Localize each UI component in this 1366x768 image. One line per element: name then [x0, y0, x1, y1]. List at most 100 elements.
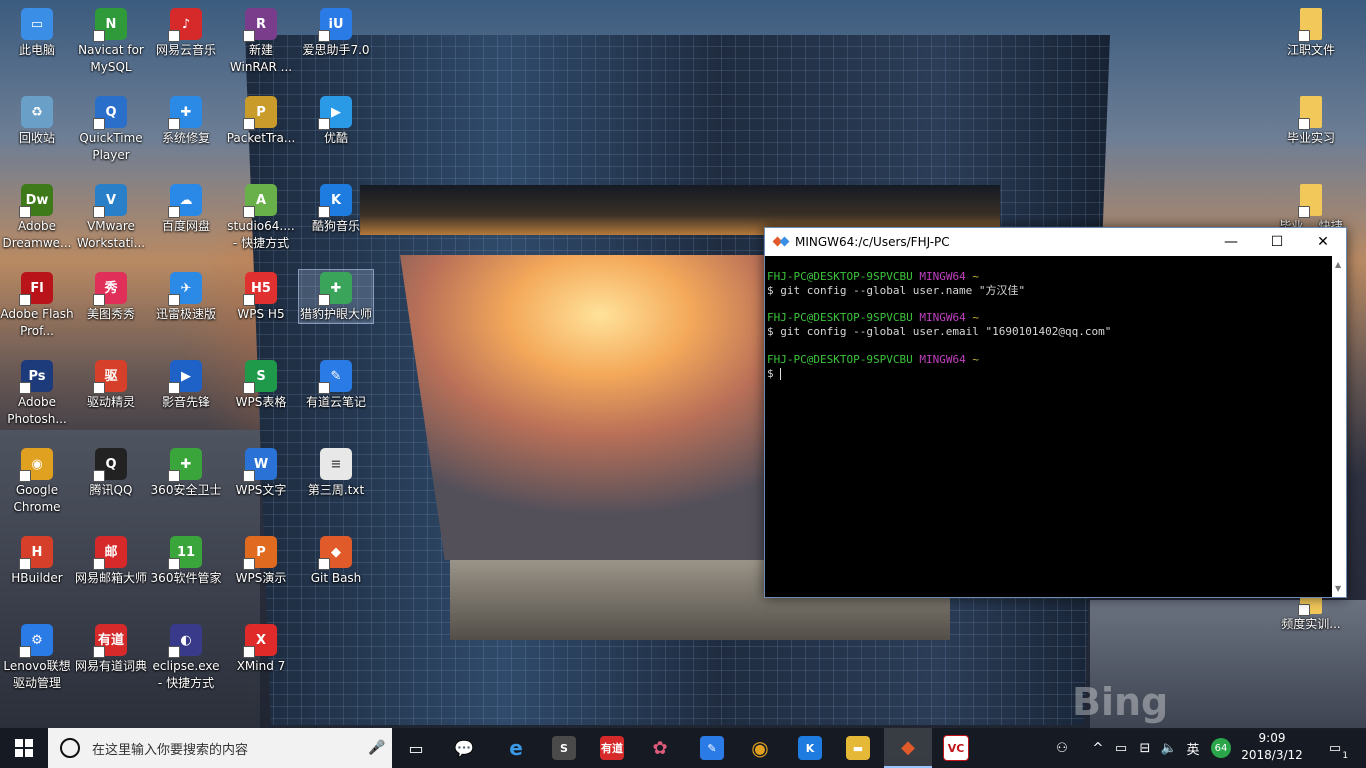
- youdao-note-icon: ✎: [700, 736, 724, 760]
- app-icon: ◐: [168, 624, 202, 658]
- desktop-icon-label: 迅雷极速版: [155, 307, 216, 321]
- show-hidden-icons-icon[interactable]: ^: [1088, 728, 1108, 768]
- terminal-output[interactable]: FHJ-PC@DESKTOP-9SPVCBU MINGW64 ~ $ git c…: [765, 256, 1332, 597]
- desktop-icon[interactable]: Ps Adobe Photosh...: [0, 358, 74, 428]
- desktop-icon[interactable]: K 酷狗音乐: [299, 182, 373, 235]
- desktop-icon-label: XMind 7: [236, 659, 286, 673]
- desktop-icon[interactable]: Dw Adobe Dreamwe...: [0, 182, 74, 252]
- desktop-icon[interactable]: ◆ Git Bash: [299, 534, 373, 587]
- taskbar-youdao-note-button[interactable]: ✎: [688, 728, 736, 768]
- desktop-icon[interactable]: ✈ 迅雷极速版: [149, 270, 223, 323]
- volume-icon[interactable]: 🔈: [1158, 728, 1180, 768]
- desktop-icon[interactable]: ▶ 影音先锋: [149, 358, 223, 411]
- app-icon: W: [243, 448, 277, 482]
- desktop-icon[interactable]: S WPS表格: [224, 358, 298, 411]
- desktop-icon[interactable]: W WPS文字: [224, 446, 298, 499]
- git-bash-window[interactable]: MINGW64:/c/Users/FHJ-PC — ☐ ✕ FHJ-PC@DES…: [764, 227, 1347, 598]
- people-icon[interactable]: ⚇: [1050, 728, 1074, 768]
- maximize-button[interactable]: ☐: [1254, 228, 1300, 256]
- desktop-icon[interactable]: Q 腾讯QQ: [74, 446, 148, 499]
- taskbar-meitu-button[interactable]: ✿: [636, 728, 684, 768]
- taskbar-kugou-button[interactable]: K: [786, 728, 834, 768]
- desktop-icon[interactable]: ✚ 360安全卫士: [149, 446, 223, 499]
- command-line-2: $ git config --global user.email "169010…: [767, 325, 1112, 339]
- search-placeholder[interactable]: 在这里输入你要搜索的内容: [92, 739, 362, 758]
- desktop-icon[interactable]: ☁ 百度网盘: [149, 182, 223, 235]
- taskbar-vc-button[interactable]: VC: [932, 728, 980, 768]
- desktop-icon[interactable]: P PacketTra...: [224, 94, 298, 147]
- desktop-icon[interactable]: H HBuilder: [0, 534, 74, 587]
- scroll-down-icon[interactable]: ▼: [1335, 584, 1341, 593]
- app-icon: ▶: [168, 360, 202, 394]
- network-icon[interactable]: ⊟: [1134, 728, 1156, 768]
- taskbar-edge-button[interactable]: e: [492, 728, 540, 768]
- desktop-icon[interactable]: 有道 网易有道词典: [74, 622, 148, 675]
- taskbar-file-explorer-button[interactable]: ▬: [834, 728, 882, 768]
- battery-icon[interactable]: ▭: [1110, 728, 1132, 768]
- close-button[interactable]: ✕: [1300, 228, 1346, 256]
- taskbar-wechat-button[interactable]: 💬: [440, 728, 488, 768]
- desktop-icon[interactable]: ⚙ Lenovo联想驱动管理: [0, 622, 74, 692]
- desktop-icon-label: 回收站: [18, 131, 55, 145]
- desktop-icon[interactable]: ♻ 回收站: [0, 94, 74, 147]
- desktop-icon-label: 频度实训...: [1281, 617, 1341, 631]
- microphone-icon[interactable]: 🎤: [362, 740, 392, 756]
- desktop-icon[interactable]: H5 WPS H5: [224, 270, 298, 323]
- app-icon: P: [243, 96, 277, 130]
- desktop-icon[interactable]: V VMware Workstati...: [74, 182, 148, 252]
- app-icon: Q: [93, 96, 127, 130]
- desktop-icon[interactable]: iU 爱思助手7.0: [299, 6, 373, 59]
- taskbar-sublime-button[interactable]: S: [540, 728, 588, 768]
- taskbar-youdao-button[interactable]: 有道: [588, 728, 636, 768]
- desktop-icon-label: 360安全卫士: [150, 483, 222, 497]
- minimize-button[interactable]: —: [1208, 228, 1254, 256]
- desktop-icon[interactable]: Fl Adobe Flash Prof...: [0, 270, 74, 340]
- app-icon: ♪: [168, 8, 202, 42]
- desktop-icon[interactable]: ✚ 系统修复: [149, 94, 223, 147]
- app-icon: Dw: [19, 184, 53, 218]
- desktop-icon[interactable]: X XMind 7: [224, 622, 298, 675]
- app-icon: ▭: [21, 8, 53, 40]
- input-line[interactable]: $: [767, 367, 782, 380]
- prompt-line-3: FHJ-PC@DESKTOP-9SPVCBU MINGW64 ~: [767, 352, 979, 366]
- desktop-icon[interactable]: ♪ 网易云音乐: [149, 6, 223, 59]
- desktop-icon[interactable]: ◉ Google Chrome: [0, 446, 74, 516]
- app-icon: ◆: [318, 536, 352, 570]
- desktop-icon[interactable]: 秀美图秀秀: [74, 270, 148, 323]
- taskbar-task-view-button[interactable]: ▭: [392, 728, 440, 768]
- folder-icon: [1298, 96, 1322, 130]
- desktop-icon[interactable]: ▶ 优酷: [299, 94, 373, 147]
- desktop-icon[interactable]: P WPS演示: [224, 534, 298, 587]
- desktop-icon-label: QuickTime Player: [79, 131, 143, 162]
- desktop-icon[interactable]: 邮网易邮箱大师: [74, 534, 148, 587]
- desktop-icon[interactable]: ✎ 有道云笔记: [299, 358, 373, 411]
- desktop-icon[interactable]: 11 360软件管家: [149, 534, 223, 587]
- desktop-icon[interactable]: 驱驱动精灵: [74, 358, 148, 411]
- taskbar-git-bash-button[interactable]: ◆: [884, 728, 932, 768]
- scroll-up-icon[interactable]: ▲: [1335, 260, 1341, 269]
- desktop-icon[interactable]: ✚ 猎豹护眼大师: [298, 269, 374, 324]
- desktop-icon[interactable]: Astudio64.... - 快捷方式: [224, 182, 298, 252]
- clock[interactable]: 9:09 2018/3/12: [1236, 730, 1308, 764]
- desktop-icon[interactable]: ▭ 此电脑: [0, 6, 74, 59]
- desktop-icon[interactable]: ◐ eclipse.exe - 快捷方式: [149, 622, 223, 692]
- app-icon: H5: [243, 272, 277, 306]
- desktop-icon[interactable]: R 新建 WinRAR ...: [224, 6, 298, 76]
- desktop-icon[interactable]: Q QuickTime Player: [74, 94, 148, 164]
- desktop-icon[interactable]: ≡ 第三周.txt: [299, 446, 373, 499]
- input-method-indicator[interactable]: 英: [1182, 728, 1204, 768]
- start-button[interactable]: [0, 728, 48, 768]
- action-center-button[interactable]: ▭ 1: [1318, 728, 1352, 768]
- window-titlebar[interactable]: MINGW64:/c/Users/FHJ-PC — ☐ ✕: [765, 228, 1346, 256]
- desktop-icon[interactable]: N Navicat for MySQL: [74, 6, 148, 76]
- cortana-icon[interactable]: [60, 738, 80, 758]
- clock-time: 9:09: [1258, 731, 1286, 745]
- terminal-scrollbar[interactable]: ▲ ▼: [1332, 256, 1346, 597]
- search-box[interactable]: 在这里输入你要搜索的内容 🎤: [48, 728, 392, 768]
- taskbar-chrome-button[interactable]: ◉: [736, 728, 784, 768]
- desktop-folder-icon[interactable]: 江职文件: [1274, 6, 1348, 59]
- security-badge[interactable]: 64: [1208, 728, 1234, 768]
- meitu-icon: ✿: [652, 737, 668, 759]
- prompt-line-1: FHJ-PC@DESKTOP-9SPVCBU MINGW64 ~: [767, 270, 979, 283]
- desktop-folder-icon[interactable]: 毕业实习: [1274, 94, 1348, 147]
